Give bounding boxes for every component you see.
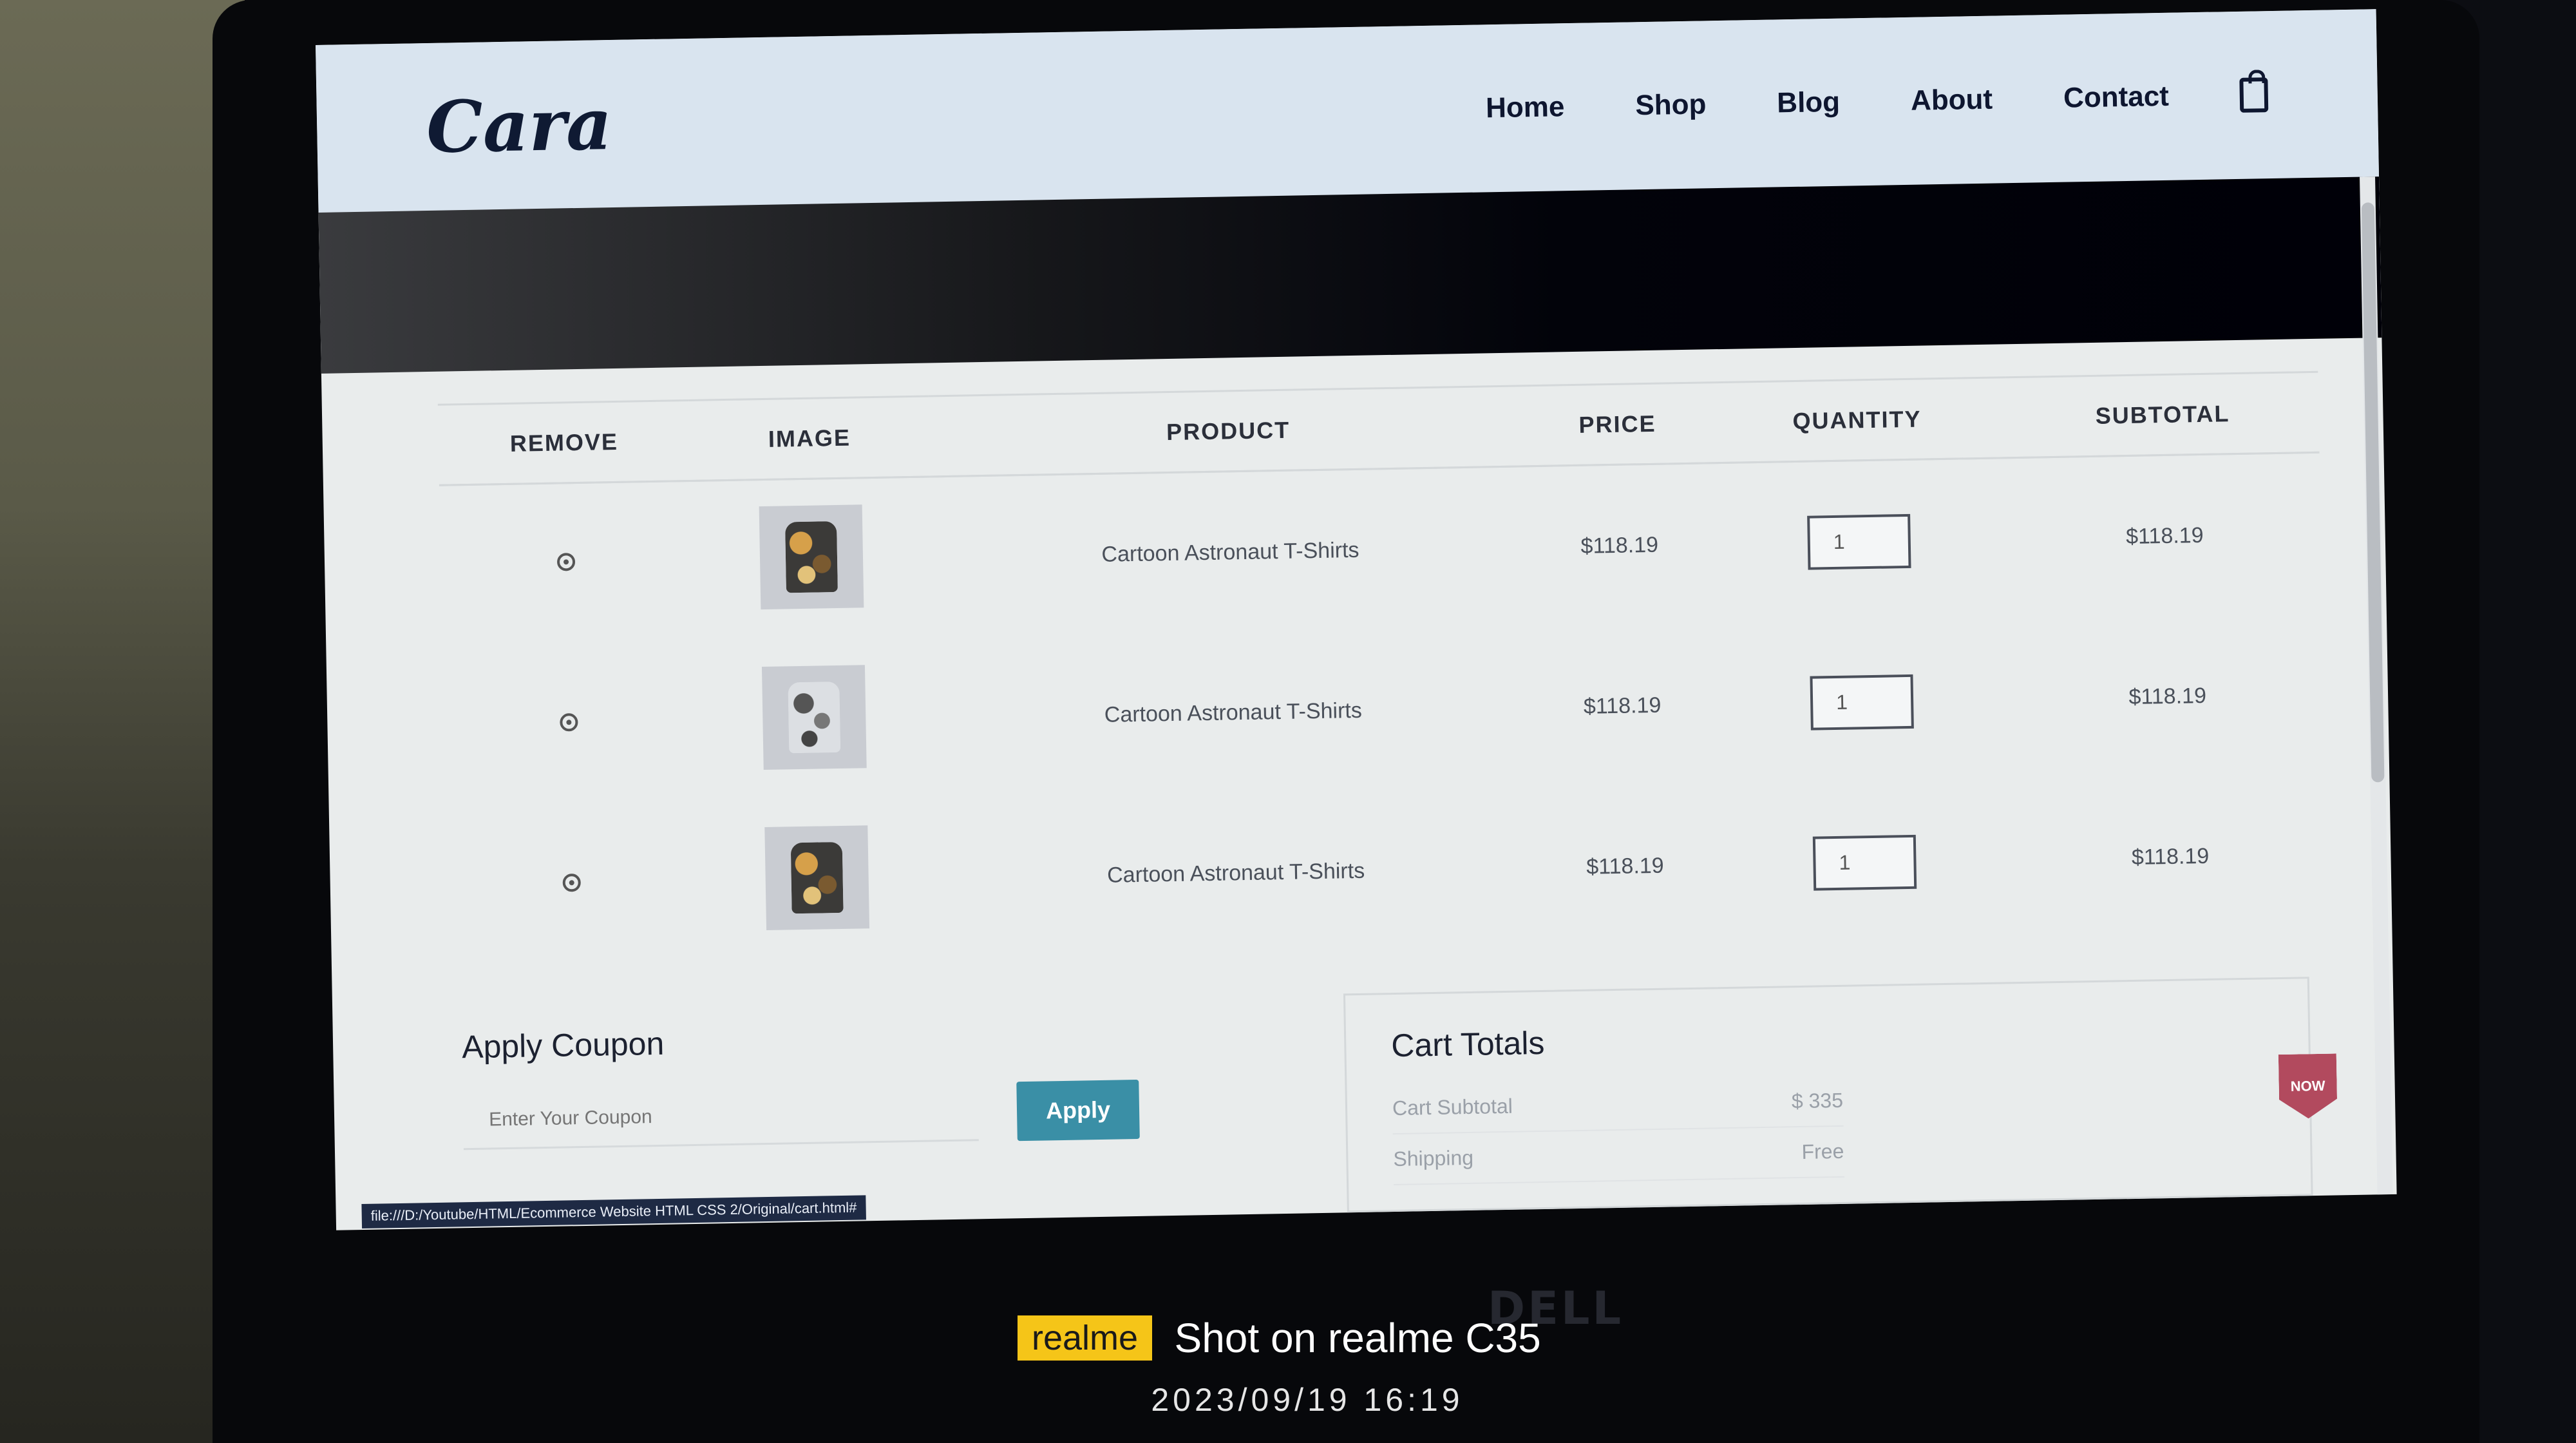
background-wall [0, 0, 245, 1443]
product-name: Cartoon Astronaut T-Shirts [1101, 537, 1359, 567]
apply-coupon-button[interactable]: Apply [1016, 1079, 1140, 1142]
shopping-bag-icon[interactable] [2239, 77, 2269, 113]
subtotal-label: Cart Subtotal [1392, 1094, 1513, 1120]
remove-icon[interactable] [562, 874, 582, 892]
table-row: Cartoon Astronaut T-Shirts $118.19 $118.… [439, 452, 2322, 646]
cart-section: REMOVE IMAGE PRODUCT PRICE QUANTITY SUBT… [437, 371, 2328, 968]
product-subtotal: $118.19 [2128, 683, 2207, 710]
product-image [764, 825, 870, 930]
cart-totals-title: Cart Totals [1390, 1024, 1545, 1064]
nav-shop[interactable]: Shop [1635, 88, 1707, 122]
remove-icon[interactable] [560, 713, 578, 732]
header-price: PRICE [1526, 382, 1709, 466]
cart-table: REMOVE IMAGE PRODUCT PRICE QUANTITY SUBT… [437, 371, 2328, 968]
nav-blog[interactable]: Blog [1777, 86, 1841, 120]
header-remove: REMOVE [437, 400, 691, 486]
product-price: $118.19 [1580, 532, 1659, 559]
coupon-section: Apply Coupon Apply [462, 1014, 1301, 1151]
product-image [759, 504, 864, 610]
coupon-input[interactable] [462, 1083, 979, 1151]
site-logo[interactable]: Cara [426, 82, 612, 168]
header-product: PRODUCT [928, 385, 1528, 477]
coupon-title: Apply Coupon [461, 1025, 665, 1066]
subtotal-row: Cart Subtotal $ 335 [1392, 1075, 1844, 1135]
shipping-row: Shipping Free [1392, 1126, 1845, 1186]
shipping-label: Shipping [1393, 1145, 1474, 1171]
product-name: Cartoon Astronaut T-Shirts [1106, 858, 1365, 888]
header-image: IMAGE [689, 396, 930, 481]
product-price: $118.19 [1583, 693, 1662, 719]
browser-screen: Cara Home Shop Blog About Contact REMOVE… [316, 9, 2397, 1230]
table-row: Cartoon Astronaut T-Shirts $118.19 $118.… [442, 614, 2325, 807]
subtotal-value: $ 335 [1791, 1088, 1844, 1113]
quantity-input[interactable] [1810, 674, 1914, 731]
quantity-input[interactable] [1807, 513, 1911, 570]
camera-watermark: realme Shot on realme C35 2023/09/19 16:… [1018, 1314, 1597, 1418]
product-image [762, 665, 867, 770]
nav-contact[interactable]: Contact [2063, 81, 2170, 115]
watermark-brand: realme [1018, 1315, 1153, 1361]
table-row: Cartoon Astronaut T-Shirts $118.19 $118.… [445, 774, 2328, 968]
remove-icon[interactable] [556, 553, 576, 571]
shipping-value: Free [1801, 1139, 1844, 1163]
main-nav: Home Shop Blog About Contact [1486, 77, 2269, 126]
product-price: $118.19 [1586, 853, 1664, 879]
nav-home[interactable]: Home [1486, 91, 1565, 124]
watermark-datetime: 2023/09/19 16:19 [1151, 1382, 1464, 1418]
header-subtotal: SUBTOTAL [2005, 372, 2320, 458]
header-quantity: QUANTITY [1707, 377, 2007, 463]
product-subtotal: $118.19 [2131, 843, 2210, 870]
product-name: Cartoon Astronaut T-Shirts [1104, 698, 1363, 727]
product-subtotal: $118.19 [2125, 522, 2204, 549]
quantity-input[interactable] [1812, 834, 1917, 891]
nav-about[interactable]: About [1911, 84, 1993, 117]
cart-totals: Cart Totals Cart Subtotal $ 335 Shipping… [1343, 977, 2313, 1213]
watermark-shot-text: Shot on realme C35 [1174, 1315, 1541, 1361]
coupon-row: Apply [462, 1077, 1300, 1151]
